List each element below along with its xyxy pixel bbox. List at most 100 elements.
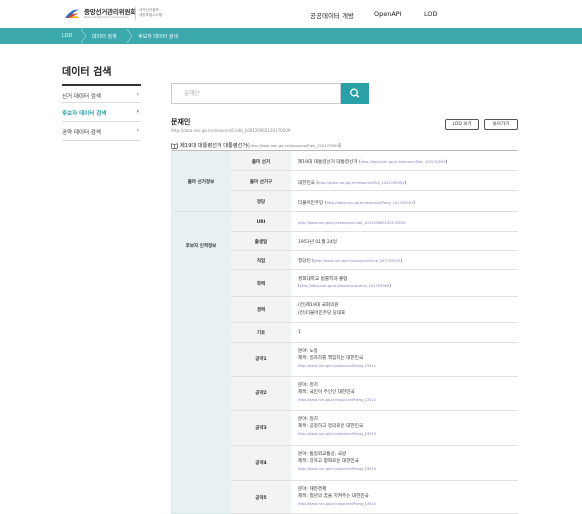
- nav-lod[interactable]: LOD: [424, 10, 438, 18]
- row-label-pledge5: 공약5: [231, 481, 291, 514]
- nec-emblem-icon[interactable]: [64, 6, 80, 20]
- row-label-text: 출마 선거: [251, 160, 271, 165]
- row-label-pledge3: 공약3: [231, 411, 291, 446]
- group-election-info: 출마 선거정보: [171, 151, 231, 212]
- row-label-text: 직업: [256, 259, 266, 264]
- election-heading-title: 제19대 대통령선거 대통령선거: [180, 143, 248, 149]
- row-label-pledge4: 공약4: [231, 446, 291, 481]
- birth-date: 1953년 01월 24일: [298, 240, 337, 245]
- pledge-area: 분야: 재정경제: [298, 487, 327, 492]
- site-header: 중앙선거관리위원회 National Election Commission 국…: [0, 0, 582, 28]
- row-value-birth: 1953년 01월 24일: [291, 232, 518, 251]
- search-icon: [350, 88, 360, 98]
- nav-openapi[interactable]: OpenAPI: [374, 10, 402, 18]
- pledge-uri-link[interactable]: http://data.nec.go.kr/resource/Pvldg_135…: [298, 398, 376, 402]
- row-value-text: 정당인 (http://data.nec.go.kr/resource/Occp…: [298, 259, 403, 264]
- logo-side-line2: 개방포털시스템: [139, 13, 163, 17]
- row-value-education: 경희대학교 법률학과 졸업 (http://data.nec.go.kr/res…: [291, 270, 518, 297]
- candidate-name: 문재인: [171, 118, 191, 126]
- logo-subtitle: National Election Commission: [84, 15, 129, 19]
- group-label: 후보자 인적정보: [185, 244, 217, 249]
- row-value-pledge5: 분야: 재정경제 제목: 청년의 꿈을 지켜주는 대한민국 http://dat…: [291, 481, 518, 514]
- row-label-education: 학력: [231, 270, 291, 297]
- row-label-text: 공약4: [255, 461, 267, 466]
- breadcrumb-candidate-search[interactable]: 후보자 데이터 검색: [138, 33, 178, 40]
- search-input[interactable]: [172, 84, 340, 103]
- district-uri-link[interactable]: http://data.nec.go.kr/resource/Elct_1201…: [318, 181, 404, 185]
- side-menu-item-election[interactable]: 선거 데이터 검색 ›: [62, 84, 141, 103]
- row-label-birth: 출생일: [231, 232, 291, 251]
- search-box: [171, 83, 341, 104]
- row-label-text: 경력: [256, 308, 266, 313]
- chevron-right-icon: ›: [136, 91, 139, 98]
- pledge-title: 제목: 강하고 평화로운 대한민국: [298, 459, 359, 464]
- row-label-election: 출마 선거: [231, 151, 291, 171]
- row-value-district: 대한민국 (http://data.nec.go.kr/resource/Elc…: [291, 171, 518, 191]
- job-name: 정당인: [298, 259, 311, 264]
- book-icon: [171, 142, 178, 149]
- row-value-job: 정당인 (http://data.nec.go.kr/resource/Occp…: [291, 251, 518, 270]
- candidate-uri[interactable]: http://data.nec.go.kr/resource/Cndd_1001…: [171, 128, 290, 133]
- chevron-right-icon: ›: [136, 108, 139, 115]
- row-value-election: 제19대 대통령선거 대통령선거 (http://data.nec.go.kr/…: [291, 151, 518, 171]
- row-value-number: 1: [291, 323, 518, 343]
- search-button[interactable]: [341, 83, 369, 104]
- row-label-text: 공약2: [255, 391, 267, 396]
- row-value-party: 더불어민주당 (http://data.nec.go.kr/resource/P…: [291, 191, 518, 212]
- breadcrumb-lod[interactable]: LOD: [62, 33, 72, 39]
- row-value-pledge3: 분야: 정치 제목: 공정하고 정의로운 대한민국 http://data.ne…: [291, 411, 518, 446]
- education-uri-link[interactable]: http://data.nec.go.kr/resource/Acdmc_201…: [300, 284, 389, 288]
- party-name: 더불어민주당: [298, 201, 324, 206]
- candidate-number: 1: [298, 330, 301, 335]
- row-value-pledge4: 분야: 통일외교통상, 국방 제목: 강하고 평화로운 대한민국 http://…: [291, 446, 518, 481]
- row-value-uri: http://data.nec.go.kr/resource/Cndd_1001…: [291, 212, 518, 232]
- party-uri-link[interactable]: http://data.nec.go.kr/resource/Party_201…: [327, 201, 414, 205]
- row-label-text: 공약5: [255, 496, 267, 501]
- row-value-career: (전)제19대 국회의원 (전)더불어민주당 당대표: [291, 297, 518, 323]
- pledge-uri-link[interactable]: http://data.nec.go.kr/resource/Pvldg_135…: [298, 432, 376, 436]
- side-menu-label: 선거 데이터 검색: [62, 94, 101, 100]
- pledge-title: 제목: 국민이 주인인 대한민국: [298, 390, 355, 395]
- pledge-area: 분야: 정치: [298, 417, 318, 422]
- lod-view-button[interactable]: LOD 보기: [445, 119, 479, 130]
- row-value-text: 대한민국 (http://data.nec.go.kr/resource/Elc…: [298, 181, 407, 186]
- row-label-text: 정당: [256, 200, 266, 205]
- row-label-text: 학력: [256, 282, 266, 287]
- election-heading-uri[interactable]: http://data.nec.go.kr/resource/Elec_1201…: [249, 143, 339, 148]
- back-button[interactable]: 돌아가기: [484, 119, 518, 130]
- pledge-area: 분야: 노동: [298, 349, 318, 354]
- row-value-pledge1: 분야: 노동 제목: 일자리를 책임지는 대한민국 http://data.ne…: [291, 343, 518, 377]
- education-name: 경희대학교 법률학과 졸업: [298, 277, 348, 282]
- pledge-title: 제목: 일자리를 책임지는 대한민국: [298, 356, 364, 361]
- breadcrumb-separator-icon: [126, 29, 133, 43]
- pledge-area: 분야: 정치: [298, 383, 318, 388]
- logo-divider: [135, 7, 136, 20]
- breadcrumb-data-search[interactable]: 데이터 검색: [92, 33, 117, 40]
- group-label: 출마 선거정보: [187, 180, 215, 185]
- row-value-text: 더불어민주당 (http://data.nec.go.kr/resource/P…: [298, 201, 415, 206]
- row-label-party: 정당: [231, 191, 291, 212]
- row-label-career: 경력: [231, 297, 291, 323]
- pledge-uri-link[interactable]: http://data.nec.go.kr/resource/Pvldg_135…: [298, 467, 376, 471]
- row-label-text: 공약1: [255, 357, 267, 362]
- row-value-text: 제19대 대통령선거 대통령선거 (http://data.nec.go.kr/…: [298, 160, 448, 165]
- row-label-pledge2: 공약2: [231, 377, 291, 411]
- logo-side-text: 국가선거정보 개방포털시스템: [139, 8, 162, 18]
- candidate-uri-link[interactable]: http://data.nec.go.kr/resource/Cndd_1001…: [298, 221, 405, 225]
- pledge-uri-link[interactable]: http://data.nec.go.kr/resource/Pvldg_135…: [298, 502, 376, 506]
- job-uri-link[interactable]: http://data.nec.go.kr/resource/Occp_2017…: [314, 259, 400, 263]
- row-label-text: 출생일: [254, 240, 268, 245]
- row-value-pledge2: 분야: 정치 제목: 국민이 주인인 대한민국 http://data.nec.…: [291, 377, 518, 411]
- row-value-text: (http://data.nec.go.kr/resource/Acdmc_20…: [298, 284, 392, 289]
- row-label-pledge1: 공약1: [231, 343, 291, 377]
- election-uri-link[interactable]: http://data.nec.go.kr/resource/Elec_1201…: [361, 160, 446, 164]
- pledge-uri-link[interactable]: http://data.nec.go.kr/resource/Pvldg_135…: [298, 364, 376, 368]
- election-name: 제19대 대통령선거 대통령선거: [298, 160, 358, 165]
- district-name: 대한민국: [298, 181, 315, 186]
- row-label-uri: URI: [231, 212, 291, 232]
- side-menu-item-pledge[interactable]: 공약 데이터 검색 ›: [62, 122, 141, 141]
- nav-open-data[interactable]: 공공데이터 개방: [310, 10, 354, 20]
- side-menu-item-candidate[interactable]: 후보자 데이터 검색 ›: [62, 103, 141, 122]
- pledge-title: 제목: 청년의 꿈을 지켜주는 대한민국: [298, 494, 369, 499]
- row-label-text: URI: [256, 220, 266, 225]
